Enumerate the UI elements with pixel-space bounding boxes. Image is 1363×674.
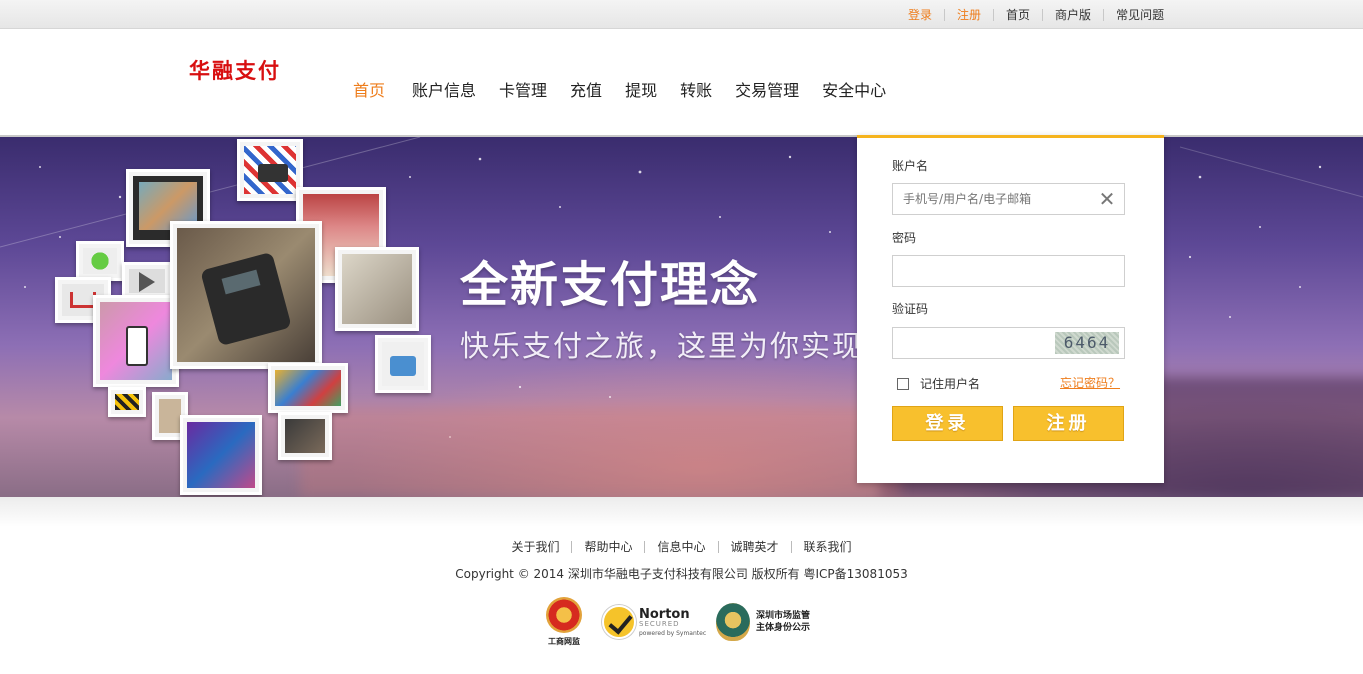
nav-item-recharge[interactable]: 充值 <box>570 77 602 101</box>
password-label: 密码 <box>892 231 917 245</box>
top-register-link[interactable]: 注册 <box>945 6 993 23</box>
remember-checkbox[interactable] <box>897 377 909 390</box>
norton-secured-label: SECURED <box>639 619 680 628</box>
top-links: 登录 注册 首页 商户版 常见问题 <box>896 0 1176 29</box>
login-button[interactable]: 登录 <box>892 406 1003 441</box>
envelope-phone-image <box>237 139 303 201</box>
password-field[interactable] <box>892 255 1125 287</box>
sz-market-text: 深圳市场监管 主体身份公示 <box>756 610 810 634</box>
nav-item-card-management[interactable]: 卡管理 <box>499 77 547 101</box>
bank-cards-image <box>268 363 348 413</box>
captcha-field[interactable]: 6464 <box>892 327 1125 359</box>
main-nav: 首页 账户信息 卡管理 充值 提现 转账 交易管理 安全中心 <box>340 77 909 101</box>
sz-market-badge[interactable]: 深圳市场监管 主体身份公示 <box>716 596 810 648</box>
sz-market-emblem-icon <box>716 603 750 641</box>
footer-help-link[interactable]: 帮助中心 <box>572 538 644 555</box>
nav-item-transaction-management[interactable]: 交易管理 <box>735 77 799 101</box>
top-home-link[interactable]: 首页 <box>994 6 1042 23</box>
mobile-payment-image <box>93 295 179 387</box>
padlock-icon-tile <box>375 335 431 393</box>
sz-market-line2: 主体身份公示 <box>756 623 811 633</box>
header: 华融支付 首页 账户信息 卡管理 充值 提现 转账 交易管理 安全中心 <box>0 29 1363 135</box>
nav-item-home[interactable]: 首页 <box>353 77 385 101</box>
captcha-label: 验证码 <box>892 302 929 316</box>
top-faq-link[interactable]: 常见问题 <box>1104 6 1176 23</box>
login-panel: 账户名 ✕ 密码 验证码 6464 记住用户名 忘记密码？ 登录 注册 <box>857 135 1164 483</box>
captcha-image[interactable]: 6464 <box>1055 332 1119 354</box>
site-logo[interactable]: 华融支付 <box>189 55 281 85</box>
top-merchant-link[interactable]: 商户版 <box>1043 6 1103 23</box>
norton-badge[interactable]: Norton SECURED powered by Symantec <box>602 596 706 648</box>
nav-item-transfer[interactable]: 转账 <box>680 77 712 101</box>
banner-subtitle: 快乐支付之旅，这里为你实现 <box>460 329 864 363</box>
remember-username[interactable]: 记住用户名 <box>897 375 980 392</box>
city-glow <box>300 407 900 497</box>
top-bar: 登录 注册 首页 商户版 常见问题 <box>0 0 1363 29</box>
footer-contact-link[interactable]: 联系我们 <box>792 538 864 555</box>
clear-input-icon[interactable]: ✕ <box>1098 189 1116 209</box>
remember-label: 记住用户名 <box>920 377 981 391</box>
card-swipe-image <box>335 247 419 331</box>
top-login-link[interactable]: 登录 <box>896 6 944 23</box>
footer-about-link[interactable]: 关于我们 <box>499 538 571 555</box>
password-input[interactable] <box>893 256 1083 286</box>
norton-powered-label: powered by Symantec <box>639 629 707 637</box>
barrier-icon-tile <box>108 387 146 417</box>
account-label: 账户名 <box>892 159 929 173</box>
norton-label: Norton <box>639 606 690 622</box>
account-field[interactable]: ✕ <box>892 183 1125 215</box>
banner-title: 全新支付理念 <box>460 257 761 313</box>
footer-careers-link[interactable]: 诚聘英才 <box>719 538 791 555</box>
phone-icon-tile <box>76 241 124 281</box>
sz-market-line1: 深圳市场监管 <box>756 610 811 621</box>
footer-info-link[interactable]: 信息中心 <box>645 538 717 555</box>
hand-card-image <box>278 412 332 460</box>
nav-item-security-center[interactable]: 安全中心 <box>822 77 886 101</box>
nav-item-withdraw[interactable]: 提现 <box>625 77 657 101</box>
gongshang-badge[interactable]: 工商网监 <box>546 596 582 648</box>
norton-text: Norton SECURED powered by Symantec <box>639 608 706 637</box>
pos-terminal-image <box>170 221 322 369</box>
gongshang-emblem-icon <box>546 597 582 633</box>
footer-divider-band <box>0 497 1363 527</box>
account-input[interactable] <box>893 184 1083 214</box>
forgot-password-link[interactable]: 忘记密码？ <box>1060 374 1120 391</box>
gongshang-label: 工商网监 <box>548 637 580 646</box>
copyright-text: Copyright © 2014 深圳市华融电子支付科技有限公司 版权所有 粤I… <box>455 567 908 581</box>
nav-item-account-info[interactable]: 账户信息 <box>412 77 476 101</box>
register-button[interactable]: 注册 <box>1013 406 1124 441</box>
norton-checkmark-icon <box>602 605 636 639</box>
cards-photo-image <box>180 415 262 495</box>
footer-links: 关于我们 帮助中心 信息中心 诚聘英才 联系我们 <box>0 538 1363 555</box>
